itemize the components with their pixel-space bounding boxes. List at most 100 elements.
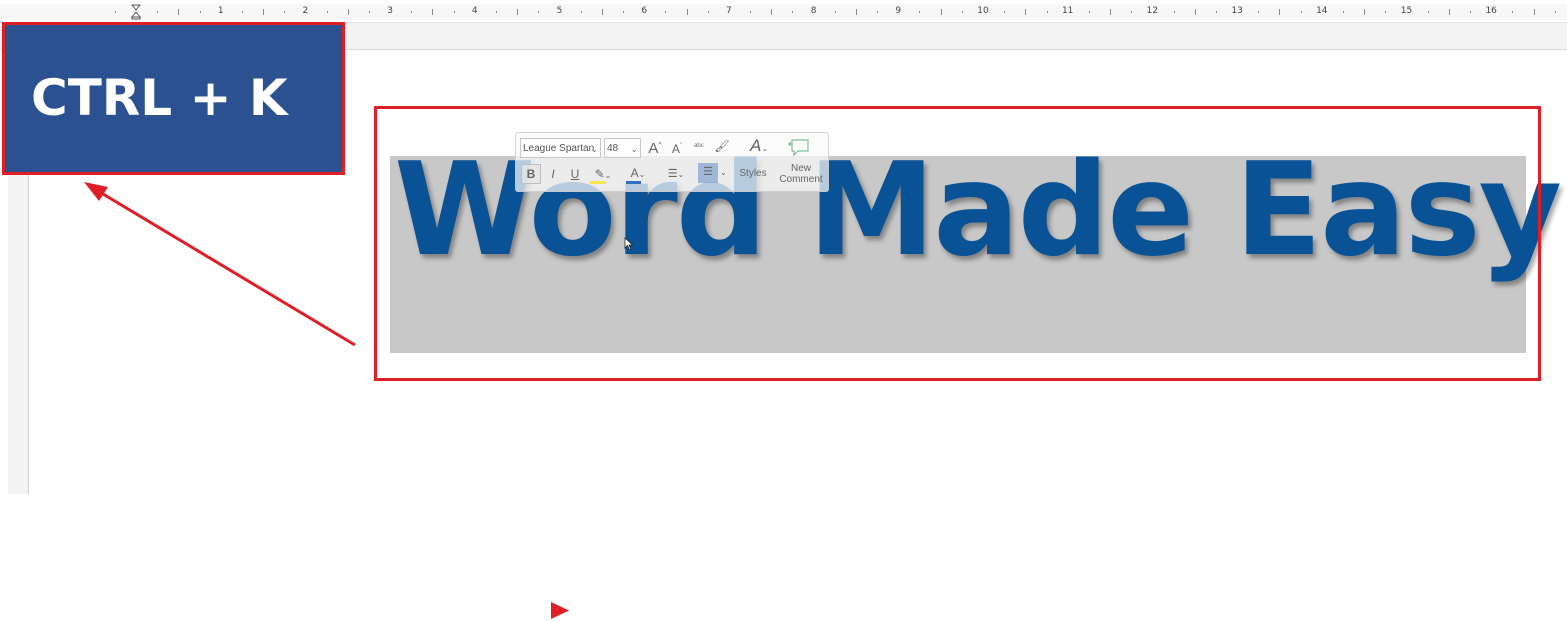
hotkey-banner: CTRL + K bbox=[2, 22, 345, 175]
ruler-tick bbox=[686, 9, 688, 15]
ruler-tick bbox=[538, 11, 540, 13]
new-comment-label-1: New bbox=[790, 163, 811, 174]
font-size-select[interactable]: 48 ⌄ bbox=[604, 138, 641, 158]
grow-font-button[interactable]: A^ bbox=[646, 137, 664, 157]
bullets-button[interactable]: ☰⌄ bbox=[662, 165, 690, 183]
ruler-tick bbox=[1385, 11, 1387, 13]
ruler-number: 7 bbox=[726, 6, 732, 16]
bullet-list-icon: ☰ bbox=[667, 168, 678, 180]
format-painter-button[interactable]: 🖌 bbox=[713, 137, 731, 155]
ruler-tick bbox=[1131, 11, 1133, 13]
ruler-tick bbox=[1258, 11, 1260, 13]
ruler-tick bbox=[1427, 11, 1429, 13]
ruler-tick bbox=[834, 11, 836, 13]
ruler-tick bbox=[114, 11, 116, 13]
ruler-tick bbox=[1342, 11, 1344, 13]
ruler-tick bbox=[961, 11, 963, 13]
ruler-tick bbox=[241, 11, 243, 13]
ruler-number: 15 bbox=[1400, 6, 1413, 16]
ruler-number: 16 bbox=[1485, 6, 1497, 16]
ruler-number: 14 bbox=[1316, 6, 1328, 16]
new-comment-icon bbox=[788, 139, 809, 157]
indent-marker-icon[interactable] bbox=[131, 4, 141, 20]
shrink-font-icon: A bbox=[671, 142, 680, 156]
ruler-tick bbox=[1512, 11, 1514, 13]
highlight-color-swatch bbox=[590, 181, 606, 184]
ruler-number: 2 bbox=[302, 6, 309, 16]
ruler-tick bbox=[1088, 11, 1090, 13]
font-color-swatch bbox=[626, 181, 641, 184]
chevron-down-icon: ⌄ bbox=[630, 144, 638, 154]
numbered-list-icon: ☰ bbox=[703, 166, 713, 178]
ruler-number: 5 bbox=[556, 6, 563, 16]
ruler-tick bbox=[263, 9, 265, 15]
chevron-down-icon[interactable]: ⌄ bbox=[720, 168, 727, 177]
ruler-tick bbox=[326, 11, 328, 13]
chevron-down-icon: ⌄ bbox=[590, 144, 598, 154]
ruler-tick bbox=[1173, 11, 1175, 13]
ruler-tick bbox=[199, 11, 201, 13]
ruler-number: 6 bbox=[641, 6, 648, 16]
ruler-tick bbox=[1194, 9, 1196, 15]
ruler-tick bbox=[1110, 9, 1112, 15]
play-triangle-icon bbox=[551, 602, 569, 619]
ruler-tick bbox=[432, 9, 434, 15]
ruler-tick bbox=[1025, 9, 1027, 15]
font-color-icon: A bbox=[630, 166, 639, 180]
ruler-tick bbox=[157, 11, 159, 13]
underline-icon: U bbox=[570, 167, 580, 181]
ruler-tick bbox=[1470, 11, 1472, 13]
ruler-number: 12 bbox=[1146, 6, 1159, 16]
ruler-tick bbox=[1279, 9, 1281, 15]
ruler-tick bbox=[707, 11, 709, 13]
ruler-tick bbox=[792, 11, 794, 13]
styles-label: Styles bbox=[739, 168, 767, 179]
ruler-tick bbox=[284, 11, 286, 13]
ruler-tick bbox=[601, 9, 603, 15]
clear-formatting-button[interactable]: ᵃᵇᶜ bbox=[690, 137, 708, 155]
font-color-button[interactable]: A⌄ bbox=[624, 164, 652, 182]
font-name-value: League Spartan bbox=[523, 143, 595, 154]
ruler-number: 3 bbox=[387, 6, 393, 16]
ruler-tick bbox=[1533, 9, 1535, 15]
ruler-strip bbox=[0, 4, 1567, 20]
bold-icon: B bbox=[526, 167, 536, 181]
italic-button[interactable]: I bbox=[544, 165, 562, 183]
numbering-button[interactable]: ☰ bbox=[698, 163, 718, 183]
ruler-tick bbox=[877, 11, 879, 13]
ruler-number: 4 bbox=[471, 6, 478, 16]
ruler-tick bbox=[347, 9, 349, 15]
ruler-tick bbox=[495, 11, 497, 13]
underline-button[interactable]: U bbox=[566, 165, 584, 183]
hotkey-label: CTRL + K bbox=[31, 69, 288, 127]
ruler-tick bbox=[1215, 11, 1217, 13]
new-comment-label-2: Comment bbox=[779, 174, 823, 185]
ruler-tick bbox=[580, 11, 582, 13]
ruler-tick bbox=[178, 9, 180, 15]
ruler-tick bbox=[368, 11, 370, 13]
ruler-number: 1 bbox=[217, 6, 224, 16]
ruler-tick bbox=[919, 11, 921, 13]
floating-mini-toolbar: League Spartan ⌄ 48 ⌄ A^ Aˇ ᵃᵇᶜ 🖌 A⌄ Sty… bbox=[515, 132, 829, 192]
ruler-number: 13 bbox=[1231, 6, 1243, 16]
ruler-tick bbox=[665, 11, 667, 13]
ruler-tick bbox=[1300, 11, 1302, 13]
ruler-tick bbox=[940, 9, 942, 15]
new-comment-button[interactable]: New Comment bbox=[774, 163, 828, 185]
shrink-font-button[interactable]: Aˇ bbox=[668, 138, 686, 156]
ruler-number: 8 bbox=[810, 6, 817, 16]
font-name-select[interactable]: League Spartan ⌄ bbox=[520, 138, 601, 158]
ruler-tick bbox=[771, 9, 773, 15]
ruler-number: 9 bbox=[895, 6, 902, 16]
ruler-tick bbox=[517, 9, 519, 15]
styles-gallery-button[interactable]: A⌄ bbox=[744, 137, 774, 155]
grow-font-icon: A bbox=[648, 140, 659, 157]
bold-button[interactable]: B bbox=[521, 164, 541, 184]
horizontal-ruler[interactable]: 1 2 3 4 5 6 7 8 9 10 11 12 13 14 15 16 bbox=[0, 0, 1567, 23]
ruler-tick bbox=[1004, 11, 1006, 13]
ruler-tick bbox=[1554, 11, 1556, 13]
ruler-tick bbox=[411, 11, 413, 13]
ruler-tick bbox=[1364, 9, 1366, 15]
ruler-tick bbox=[453, 11, 455, 13]
mouse-pointer-icon bbox=[624, 237, 634, 251]
